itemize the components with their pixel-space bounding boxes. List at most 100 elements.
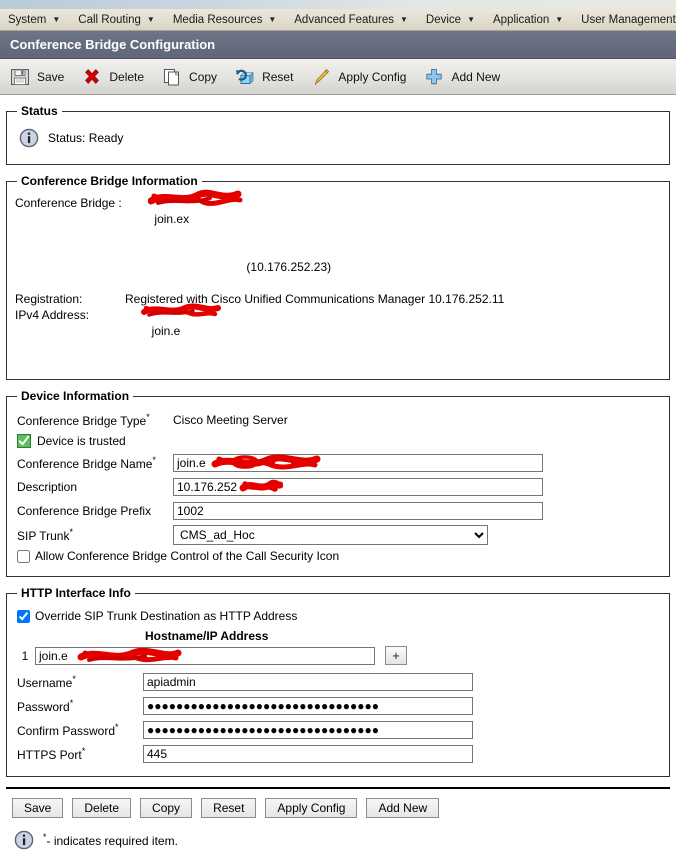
allow-control-row: Allow Conference Bridge Control of the C… <box>17 549 661 563</box>
conference-bridge-prefix-input[interactable] <box>173 502 543 520</box>
menu-item-system[interactable]: System ▼ <box>8 14 69 26</box>
override-sip-trunk-row: Override SIP Trunk Destination as HTTP A… <box>17 609 661 623</box>
username-label-text: Username <box>17 676 73 690</box>
close-x-icon <box>85 68 100 84</box>
menu-item-advanced-features[interactable]: Advanced Features ▼ <box>294 14 417 26</box>
confirm-password-input[interactable] <box>143 721 473 739</box>
reset-button[interactable]: Reset <box>201 798 257 818</box>
menu-item-device[interactable]: Device ▼ <box>426 14 484 26</box>
apply-config-button[interactable]: Apply Config <box>265 798 358 818</box>
copy-button[interactable]: Copy <box>140 798 193 818</box>
menu-item-label: Device <box>425 13 462 26</box>
reset-refresh-icon <box>236 69 254 84</box>
bridge-info-row: IPv4 Address: join.e <box>15 303 661 371</box>
toolbar-copy-button[interactable]: Copy <box>162 67 217 87</box>
sip-trunk-label: SIP Trunk* <box>15 527 173 543</box>
toolbar-delete-button[interactable]: Delete <box>82 67 144 87</box>
required-note-text: *- indicates required item. <box>43 832 178 848</box>
device-information-panel: Device Information Conference Bridge Typ… <box>6 389 670 577</box>
https-port-label-text: HTTPS Port <box>17 748 82 762</box>
password-label: Password* <box>15 698 143 714</box>
main-menu-bar: System ▼ Call Routing ▼ Media Resources … <box>0 9 676 31</box>
menu-item-label: Application <box>492 13 550 26</box>
toolbar-reset-button[interactable]: Reset <box>235 67 293 87</box>
floppy-disk-icon <box>11 68 29 85</box>
save-button[interactable]: Save <box>12 798 64 818</box>
window-top-strip <box>0 0 676 9</box>
required-marker: * <box>146 412 150 422</box>
menu-item-label: Advanced Features <box>294 13 394 26</box>
confirm-password-label: Confirm Password* <box>15 722 143 738</box>
http-interface-info-panel: HTTP Interface Info Override SIP Trunk D… <box>6 586 670 777</box>
password-input[interactable] <box>143 697 473 715</box>
status-panel: Status Status: Ready <box>6 104 670 165</box>
https-port-label: HTTPS Port* <box>15 746 143 762</box>
toolbar-apply-config-button[interactable]: Apply Config <box>311 67 406 87</box>
toolbar-save-button[interactable]: Save <box>10 67 64 87</box>
https-port-input[interactable] <box>143 745 473 763</box>
redaction-scribble <box>147 189 243 206</box>
status-text: Status: Ready <box>48 131 124 145</box>
https-port-row: HTTPS Port* <box>15 744 661 764</box>
username-label: Username* <box>15 674 143 690</box>
toolbar-copy-label: Copy <box>189 69 218 84</box>
required-marker: * <box>115 722 119 732</box>
menu-item-media-resources[interactable]: Media Resources ▼ <box>173 14 285 26</box>
page-title: Conference Bridge Configuration <box>10 37 216 52</box>
toolbar-apply-config-label: Apply Config <box>338 69 407 84</box>
bridge-info-value-text: join.e <box>151 324 181 338</box>
required-marker: * <box>69 527 73 537</box>
menu-item-user-management[interactable]: User Management ▼ <box>581 14 676 26</box>
bridge-info-row: Registration: Registered with Cisco Unif… <box>15 291 661 307</box>
required-note-label: - indicates required item. <box>46 834 178 848</box>
required-item-note: *- indicates required item. <box>6 818 670 850</box>
menu-item-call-routing[interactable]: Call Routing ▼ <box>78 14 164 26</box>
override-sip-trunk-label: Override SIP Trunk Destination as HTTP A… <box>35 609 298 623</box>
username-input[interactable] <box>143 673 473 691</box>
bridge-info-ip-suffix: (10.176.252.23) <box>246 260 332 274</box>
bridge-info-value: join.ex (10.176.252.23) <box>128 189 332 291</box>
chevron-down-icon: ▼ <box>467 14 475 24</box>
conference-bridge-information-panel: Conference Bridge Information Conference… <box>6 174 670 380</box>
bridge-info-value-text: join.ex <box>154 212 190 226</box>
menu-item-label: System <box>8 13 47 26</box>
page-title-bar: Conference Bridge Configuration <box>0 31 676 59</box>
menu-item-label: User Management <box>581 13 676 26</box>
sip-trunk-row: SIP Trunk* CMS_ad_Hoc <box>15 525 661 545</box>
conference-bridge-name-input[interactable] <box>173 454 543 472</box>
bridge-info-legend: Conference Bridge Information <box>21 174 198 188</box>
required-marker: * <box>72 674 76 684</box>
bridge-info-key: IPv4 Address: <box>15 308 90 322</box>
bridge-name-label-text: Conference Bridge Name <box>17 457 153 471</box>
confirm-password-label-text: Confirm Password <box>17 724 116 738</box>
username-row: Username* <box>15 672 661 692</box>
chevron-down-icon: ▼ <box>555 14 564 24</box>
bridge-prefix-label: Conference Bridge Prefix <box>17 504 152 518</box>
bridge-info-value: join.e <box>125 303 221 371</box>
allow-control-label: Allow Conference Bridge Control of the C… <box>35 549 340 563</box>
hostname-ip-address-input[interactable] <box>35 646 375 665</box>
sip-trunk-select[interactable]: CMS_ad_Hoc <box>173 525 488 545</box>
toolbar-add-new-button[interactable]: Add New <box>424 67 500 87</box>
description-input[interactable] <box>173 478 543 496</box>
bridge-info-value-text: Registered with Cisco Unified Communicat… <box>125 292 505 306</box>
required-marker: * <box>152 455 156 465</box>
toolbar-reset-label: Reset <box>262 69 294 84</box>
bridge-info-row: Conference Bridge : join.ex (10.176.252.… <box>15 189 661 291</box>
status-panel-legend: Status <box>21 104 58 118</box>
status-row: Status: Ready <box>15 122 661 156</box>
hostname-column-header: Hostname/IP Address <box>145 629 269 643</box>
hostname-row-number: 1 <box>21 648 29 663</box>
sip-trunk-label-text: SIP Trunk <box>17 529 70 543</box>
device-trusted-row: Device is trusted <box>17 434 661 448</box>
allow-conference-bridge-control-checkbox[interactable] <box>17 549 30 563</box>
pencil-icon <box>315 68 330 85</box>
add-new-button[interactable]: Add New <box>366 798 440 818</box>
add-hostname-button[interactable]: + <box>385 646 407 665</box>
menu-item-application[interactable]: Application ▼ <box>493 14 572 26</box>
override-sip-trunk-destination-checkbox[interactable] <box>17 609 30 623</box>
device-info-legend: Device Information <box>21 389 130 403</box>
hostname-row: 1 + <box>15 646 661 665</box>
required-marker: * <box>81 746 86 756</box>
delete-button[interactable]: Delete <box>72 798 132 818</box>
